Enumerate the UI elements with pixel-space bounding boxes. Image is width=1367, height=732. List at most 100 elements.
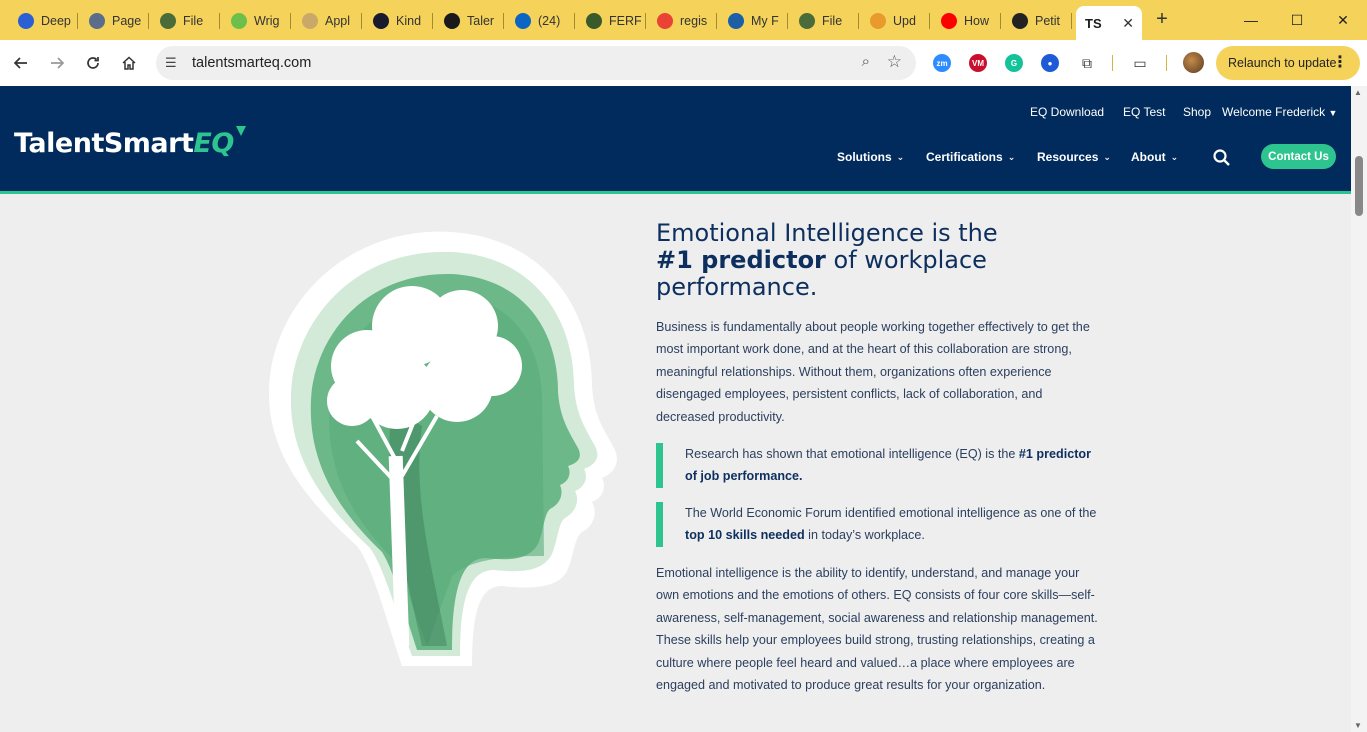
scroll-up-icon[interactable]: ▲ bbox=[1354, 88, 1362, 97]
scroll-down-icon[interactable]: ▼ bbox=[1354, 721, 1362, 730]
toolbar-divider bbox=[1166, 55, 1167, 71]
tab-label: Petit bbox=[1035, 14, 1061, 28]
nav-about[interactable]: About ⌄ bbox=[1131, 150, 1178, 164]
logo-accent: EQ bbox=[193, 128, 234, 159]
nav-solutions[interactable]: Solutions ⌄ bbox=[837, 150, 904, 164]
chevron-down-icon: ⌄ bbox=[1103, 151, 1111, 162]
close-tab-icon[interactable]: ✕ bbox=[1122, 15, 1134, 32]
forward-button[interactable] bbox=[45, 51, 69, 75]
bookmark-star-icon[interactable]: ☆ bbox=[887, 52, 902, 72]
page-icon bbox=[89, 13, 105, 29]
maximize-button[interactable]: ☐ bbox=[1274, 6, 1320, 34]
tab-label: File bbox=[183, 14, 204, 28]
contact-us-button[interactable]: Contact Us bbox=[1261, 144, 1336, 169]
tab-label: Upd bbox=[893, 14, 916, 28]
tab-strip: Deep Page File Wrig Appl Kind Taler (24) FERF reg… bbox=[0, 0, 1367, 40]
back-button[interactable] bbox=[9, 51, 33, 75]
browser-toolbar: ☰ talentsmarteq.com ⌕ ☆ zm VM G ● ⧉ ▭ Relau… bbox=[0, 40, 1367, 86]
ts-icon: TS bbox=[1085, 15, 1102, 31]
tab-11[interactable]: File bbox=[790, 8, 859, 34]
tab-2[interactable]: File bbox=[151, 8, 220, 34]
tab-13[interactable]: How bbox=[932, 8, 1001, 34]
url-text[interactable]: talentsmarteq.com bbox=[192, 55, 311, 71]
tab-label: Page bbox=[112, 14, 142, 28]
eq-test-link[interactable]: EQ Test bbox=[1123, 105, 1165, 119]
tab-5[interactable]: Kind bbox=[364, 8, 433, 34]
tab-label: Kind bbox=[396, 14, 422, 28]
nav-certifications[interactable]: Certifications ⌄ bbox=[926, 150, 1015, 164]
tab-4[interactable]: Appl bbox=[293, 8, 362, 34]
tab-14[interactable]: Petit bbox=[1003, 8, 1072, 34]
tab-12[interactable]: Upd bbox=[861, 8, 930, 34]
grammarly-icon[interactable]: G bbox=[1005, 54, 1023, 72]
tab-1[interactable]: Page bbox=[80, 8, 149, 34]
tab-label: Deep bbox=[41, 14, 71, 28]
chevron-down-icon: ⌄ bbox=[1170, 151, 1179, 162]
tab-separator bbox=[787, 13, 788, 29]
tab-separator bbox=[290, 13, 291, 29]
new-tab-button[interactable]: + bbox=[1150, 8, 1174, 31]
tab-label: File bbox=[822, 14, 843, 28]
account-menu[interactable]: Welcome Frederick ▼ bbox=[1222, 105, 1337, 119]
tab-separator bbox=[929, 13, 930, 29]
profile-avatar[interactable] bbox=[1183, 52, 1204, 73]
chatgpt-icon bbox=[1012, 13, 1028, 29]
site-header: TalentSmartEQ EQ Download EQ Test Shop W… bbox=[0, 86, 1351, 194]
vm-icon[interactable]: VM bbox=[969, 54, 987, 72]
quote2-bold: top 10 skills needed bbox=[685, 528, 805, 543]
circle-ext-icon[interactable]: ● bbox=[1041, 54, 1059, 72]
zoom-icon[interactable]: ⌕ bbox=[862, 53, 870, 70]
zoom-icon[interactable]: zm bbox=[933, 54, 951, 72]
tab-separator bbox=[1000, 13, 1001, 29]
play-icon bbox=[231, 13, 247, 29]
tab-8[interactable]: FERF bbox=[577, 8, 646, 34]
nav-label: Solutions bbox=[837, 150, 892, 164]
reload-button[interactable] bbox=[81, 51, 105, 75]
site-settings-icon[interactable]: ☰ bbox=[165, 55, 177, 71]
relaunch-button[interactable]: Relaunch to update ⋮ bbox=[1216, 46, 1360, 80]
tab-7[interactable]: (24) bbox=[506, 8, 575, 34]
scrollbar-thumb[interactable] bbox=[1355, 156, 1363, 216]
address-bar[interactable]: ☰ talentsmarteq.com ⌕ ☆ bbox=[156, 46, 916, 80]
tab-label: How bbox=[964, 14, 990, 28]
eq-download-link[interactable]: EQ Download bbox=[1030, 105, 1104, 119]
tab-3[interactable]: Wrig bbox=[222, 8, 291, 34]
tab-separator bbox=[77, 13, 78, 29]
tab-6[interactable]: Taler bbox=[435, 8, 504, 34]
close-window-button[interactable]: ✕ bbox=[1320, 6, 1366, 34]
tab-9[interactable]: regis bbox=[648, 8, 717, 34]
tab-separator bbox=[432, 13, 433, 29]
search-icon[interactable] bbox=[1212, 148, 1232, 168]
page-scrollbar[interactable]: ▲ ▼ bbox=[1351, 86, 1367, 732]
tab-separator bbox=[219, 13, 220, 29]
home-icon bbox=[122, 56, 136, 70]
toolbar-divider bbox=[1112, 55, 1113, 71]
tab-active[interactable]: TS ✕ bbox=[1076, 6, 1142, 40]
nav-label: About bbox=[1131, 150, 1166, 164]
tab-10[interactable]: My F bbox=[719, 8, 788, 34]
logo-check-icon bbox=[235, 126, 246, 136]
intro-paragraph: Business is fundamentally about people w… bbox=[656, 320, 1090, 424]
logo-text: TalentSmart bbox=[14, 128, 194, 159]
extensions-puzzle-icon[interactable]: ⧉ bbox=[1075, 51, 1099, 75]
google-icon bbox=[657, 13, 673, 29]
tab-label: Taler bbox=[467, 14, 495, 28]
minimize-button[interactable]: — bbox=[1228, 6, 1274, 34]
chevron-down-icon: ⌄ bbox=[1007, 151, 1016, 162]
site-logo[interactable]: TalentSmartEQ bbox=[14, 126, 246, 159]
home-button[interactable] bbox=[117, 51, 141, 75]
forward-arrow-icon bbox=[51, 57, 65, 69]
tab-0[interactable]: Deep bbox=[9, 8, 78, 34]
shop-link[interactable]: Shop bbox=[1183, 105, 1211, 119]
ferf-icon bbox=[586, 13, 602, 29]
hero-title-line1: Emotional Intelligence is the bbox=[656, 219, 998, 247]
linkedin-icon bbox=[515, 13, 531, 29]
quote-block-1: Research has shown that emotional intell… bbox=[656, 443, 1106, 488]
reading-list-icon[interactable]: ▭ bbox=[1128, 51, 1152, 75]
nav-resources[interactable]: Resources ⌄ bbox=[1037, 150, 1111, 164]
nav-label: Certifications bbox=[926, 150, 1003, 164]
menu-dots-icon[interactable]: ⋮ bbox=[1332, 52, 1348, 72]
tab-label: Appl bbox=[325, 14, 351, 28]
tab-label: My F bbox=[751, 14, 779, 28]
tab-separator bbox=[148, 13, 149, 29]
